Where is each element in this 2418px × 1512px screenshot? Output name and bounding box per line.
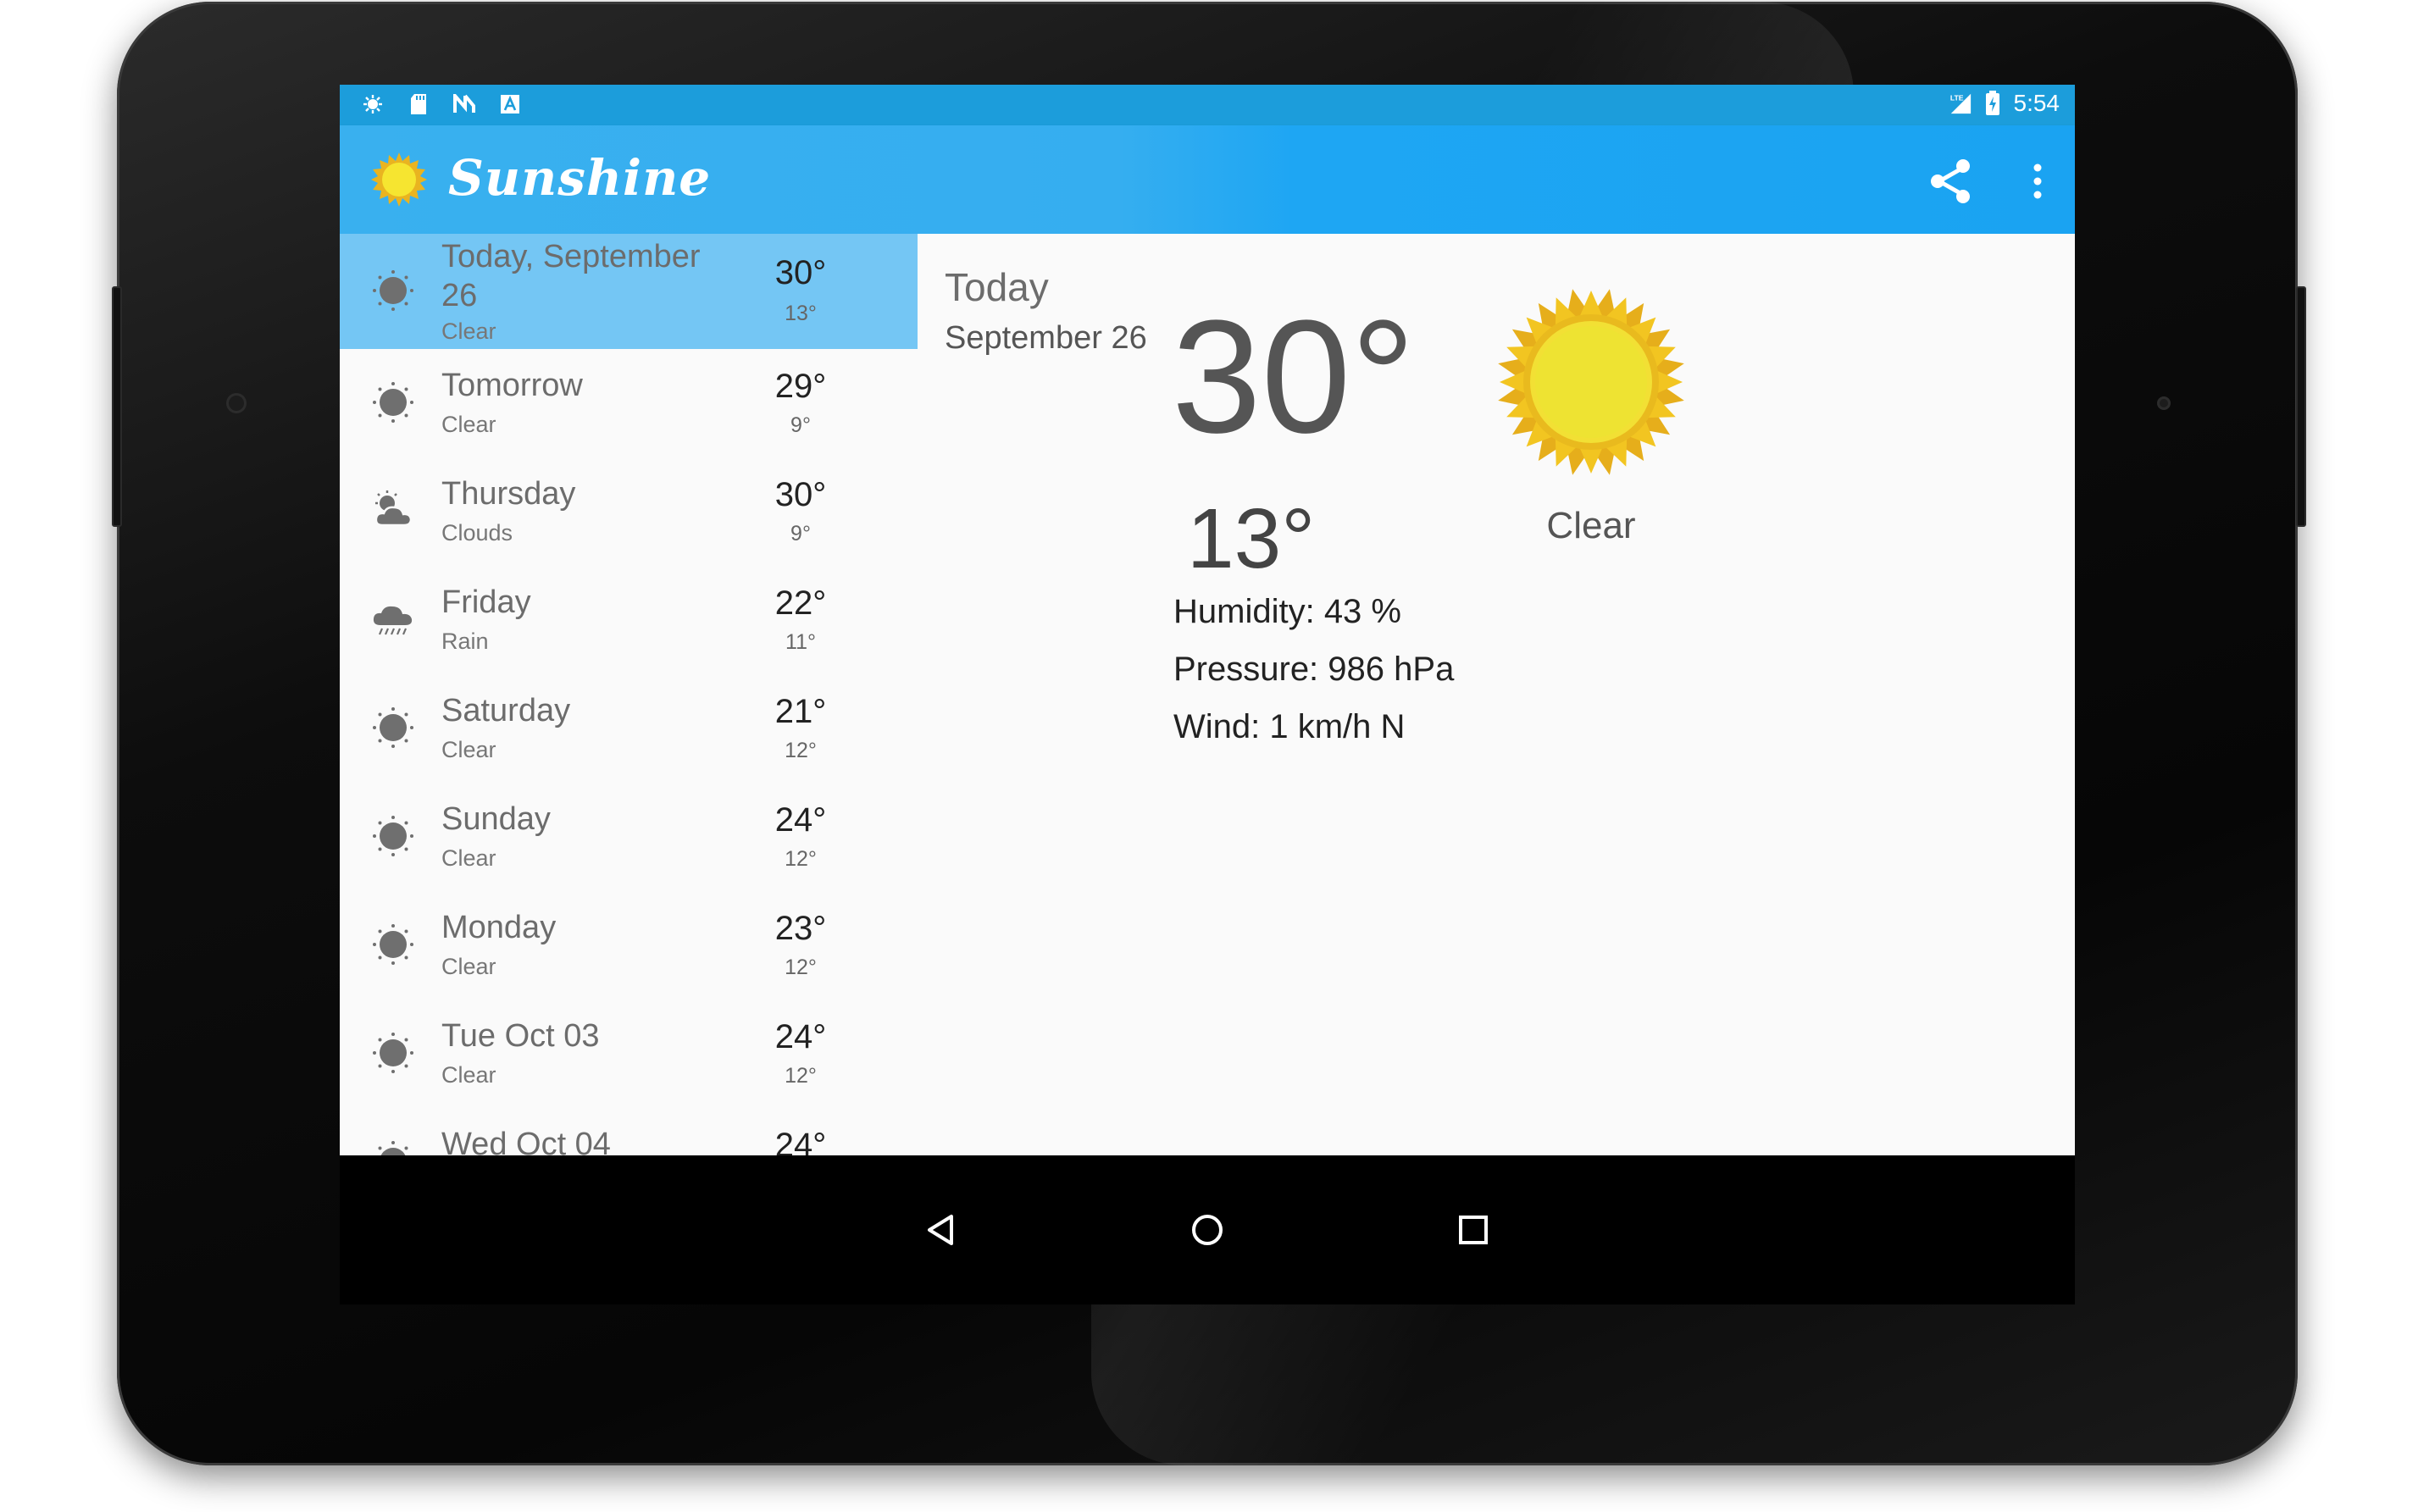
forecast-high: 30°	[774, 476, 827, 513]
home-icon[interactable]	[1189, 1211, 1226, 1249]
forecast-row[interactable]: Today, September 26 Clear 30° 13°	[340, 234, 918, 349]
clear-icon	[370, 922, 416, 967]
power-button	[2296, 286, 2306, 527]
forecast-high: 24°	[774, 801, 827, 839]
forecast-row[interactable]: Tomorrow Clear 29° 9°	[340, 349, 918, 457]
forecast-desc: Clear	[441, 318, 496, 344]
forecast-row[interactable]: Sunday Clear 24° 12°	[340, 783, 918, 891]
clear-icon	[370, 813, 416, 859]
battery-charging-icon	[1982, 91, 2004, 115]
detail-wind: Wind: 1 km/h N	[1173, 708, 1406, 745]
forecast-low: 12°	[785, 1064, 817, 1088]
forecast-row[interactable]: Tue Oct 03 Clear 24° 12°	[340, 1000, 918, 1108]
app-title: Sunshine	[448, 149, 712, 207]
clear-icon	[370, 1030, 416, 1076]
forecast-day: Wed Oct 04	[441, 1127, 611, 1155]
forecast-desc: Clear	[441, 1062, 496, 1088]
recents-icon[interactable]	[1455, 1211, 1492, 1249]
rain-icon	[370, 596, 416, 642]
forecast-low: 9°	[790, 413, 811, 437]
forecast-day: Tue Oct 03	[441, 1018, 600, 1054]
forecast-desc: Clear	[441, 412, 496, 437]
forecast-desc: Clear	[441, 737, 496, 762]
sunshine-logo-icon	[371, 152, 427, 207]
detail-high-temp: 30°	[1172, 287, 1416, 467]
lte-signal-icon: LTE	[1949, 92, 1972, 114]
forecast-desc: Rain	[441, 629, 489, 654]
forecast-row[interactable]: Friday Rain 22° 11°	[340, 566, 918, 674]
back-icon[interactable]	[923, 1211, 960, 1249]
clear-icon	[370, 379, 416, 425]
forecast-high: 21°	[774, 693, 827, 730]
forecast-day: Sunday	[441, 801, 551, 837]
detail-humidity: Humidity: 43 %	[1173, 593, 1401, 630]
forecast-high: 24°	[774, 1018, 827, 1055]
sd-card-icon	[408, 93, 430, 115]
forecast-high: 30°	[774, 254, 827, 291]
forecast-day: Tomorrow	[441, 368, 583, 403]
svg-text:LTE: LTE	[1949, 94, 1963, 102]
detail-pane: Today September 26 30° 13° Clear Humidit…	[918, 234, 2075, 1155]
sun-art-icon	[1498, 289, 1684, 475]
clear-icon	[370, 1138, 416, 1155]
forecast-desc: Clear	[441, 954, 496, 979]
clouds-icon	[370, 488, 416, 534]
forecast-low: 12°	[785, 739, 817, 762]
forecast-desc: Clear	[441, 845, 496, 871]
forecast-high: 29°	[774, 368, 827, 405]
detail-low-temp: 13°	[1187, 491, 1316, 586]
clear-icon	[370, 705, 416, 750]
forecast-high: 24°	[774, 1127, 827, 1155]
forecast-day: Saturday	[441, 693, 571, 728]
forecast-low: 13°	[785, 302, 817, 325]
detail-condition: Clear	[1546, 505, 1636, 546]
detail-date: September 26	[945, 320, 1147, 356]
forecast-high: 23°	[774, 910, 827, 947]
forecast-day: Monday	[441, 910, 557, 945]
detail-pressure: Pressure: 986 hPa	[1173, 651, 1455, 688]
clear-icon	[370, 268, 416, 313]
overflow-menu-icon[interactable]	[2029, 159, 2046, 203]
forecast-high: 22°	[774, 584, 827, 622]
forecast-row[interactable]: Wed Oct 04Clear24°12°	[340, 1108, 918, 1155]
forecast-low: 11°	[785, 630, 816, 654]
share-icon[interactable]	[1926, 156, 1977, 207]
forecast-row[interactable]: Monday Clear 23° 12°	[340, 891, 918, 1000]
status-time: 5:54	[2013, 90, 2060, 116]
volume-button	[112, 286, 122, 527]
navigation-bar	[340, 1155, 2075, 1304]
forecast-desc: Clouds	[441, 520, 513, 546]
light-sensor-icon	[2157, 396, 2171, 410]
forecast-row[interactable]: Saturday Clear 21° 12°	[340, 674, 918, 783]
front-camera-icon	[226, 393, 247, 413]
autocorrect-icon	[499, 93, 521, 115]
forecast-list[interactable]: Today, September 26 Clear 30° 13° Tomorrow Cl…	[340, 234, 918, 1155]
forecast-day: Today, September 26	[441, 239, 701, 313]
forecast-low: 12°	[785, 847, 817, 871]
forecast-low: 9°	[790, 522, 811, 546]
brightness-icon	[362, 93, 384, 115]
app-bar: Sunshine	[340, 125, 2075, 234]
status-bar: LTE 5:54	[340, 85, 2075, 125]
detail-day: Today	[945, 265, 1049, 309]
device-screen: LTE 5:54 Sunshine Today, September 26 Cle…	[340, 85, 2075, 1304]
forecast-row[interactable]: Thursday Clouds 30° 9°	[340, 457, 918, 566]
forecast-day: Friday	[441, 584, 531, 620]
forecast-day: Thursday	[441, 476, 576, 512]
forecast-low: 12°	[785, 955, 817, 979]
nfc-icon	[453, 93, 475, 115]
